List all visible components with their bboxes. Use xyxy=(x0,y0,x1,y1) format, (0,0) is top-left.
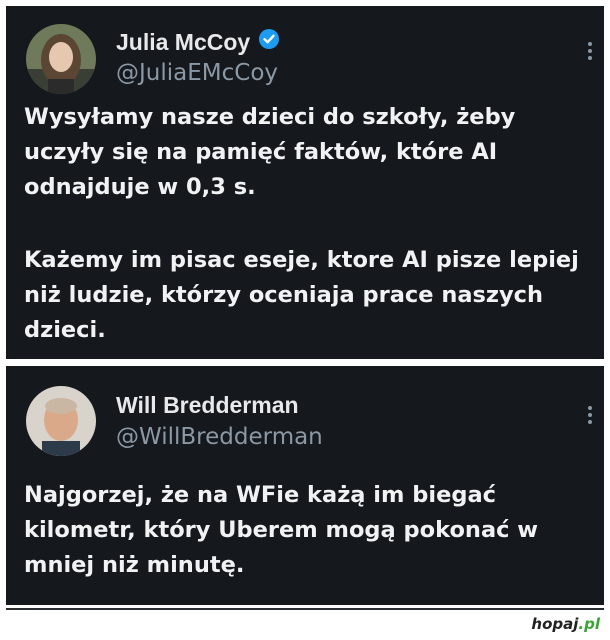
tweet-card-julia: Julia McCoy @JuliaEMcCoy Wysyłamy nasze … xyxy=(6,6,604,359)
watermark-name: hopaj xyxy=(531,615,579,633)
author-handle[interactable]: @JuliaEMcCoy xyxy=(116,60,278,86)
author-name-row: Will Bredderman xyxy=(116,392,299,419)
divider xyxy=(6,608,604,610)
tweet-text-paragraph-1: Najgorzej, że na WFie każą im biegać kil… xyxy=(24,478,584,583)
tweet-text-paragraph-1: Wysyłamy nasze dzieci do szkoły, żeby uc… xyxy=(24,104,516,200)
watermark-tld: .pl xyxy=(578,615,600,633)
author-name[interactable]: Will Bredderman xyxy=(116,392,299,419)
tweet-text-paragraph-2: Każemy im pisac eseje, ktore AI pisze le… xyxy=(24,247,579,343)
author-name-row: Julia McCoy xyxy=(116,28,280,56)
tweet-card-will: Will Bredderman @WillBredderman Najgorze… xyxy=(6,366,604,605)
watermark-logo[interactable]: hopaj.pl xyxy=(531,615,600,633)
footer: hopaj.pl xyxy=(0,605,610,640)
verified-badge-icon xyxy=(258,28,280,56)
more-options-icon[interactable] xyxy=(588,406,594,424)
author-handle[interactable]: @WillBredderman xyxy=(116,424,323,450)
more-options-icon[interactable] xyxy=(588,42,594,60)
avatar-will[interactable] xyxy=(26,386,96,456)
tweet-text: Najgorzej, że na WFie każą im biegać kil… xyxy=(24,482,539,578)
avatar-julia[interactable] xyxy=(26,24,96,94)
author-name[interactable]: Julia McCoy xyxy=(116,29,250,56)
